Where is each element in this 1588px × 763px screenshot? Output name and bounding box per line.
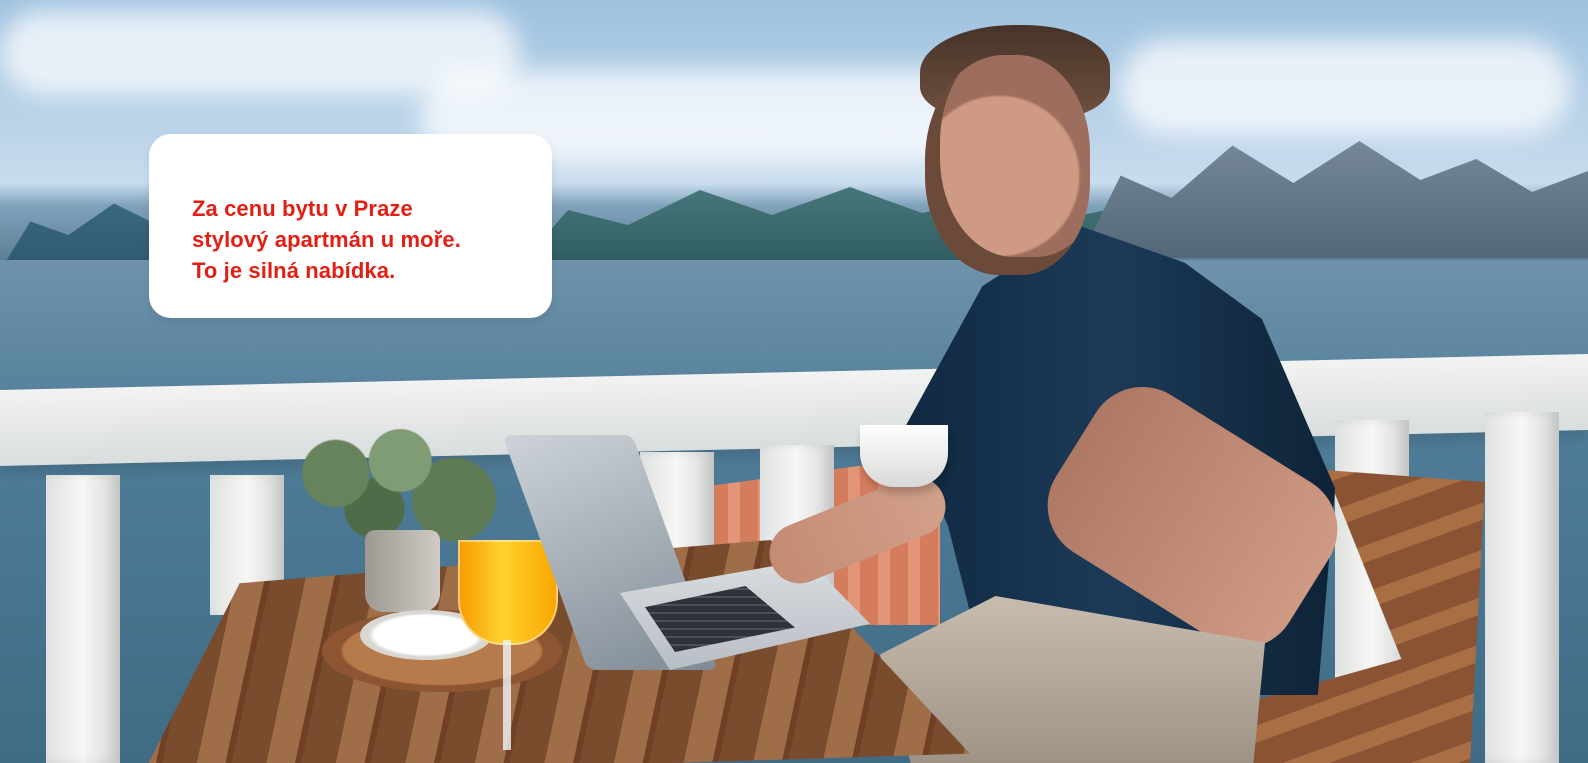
coffee-cup <box>860 425 948 487</box>
railing-post <box>1485 412 1559 763</box>
headline-line-1: Za cenu bytu v Praze <box>192 195 413 221</box>
headline-line-2: stylový apartmán u moře. <box>192 226 461 252</box>
plant-pot <box>365 530 440 612</box>
railing-post <box>46 475 120 763</box>
orange-juice-glass <box>458 540 558 645</box>
headline-line-3: To je silná nabídka. <box>192 257 396 283</box>
glass-stem <box>503 640 511 750</box>
hero-banner: Za cenu bytu v Praze stylový apartmán u … <box>0 0 1588 763</box>
person-head <box>925 55 1090 275</box>
cloud-shape <box>1120 40 1570 135</box>
headline-text: Za cenu bytu v Praze stylový apartmán u … <box>192 193 532 286</box>
